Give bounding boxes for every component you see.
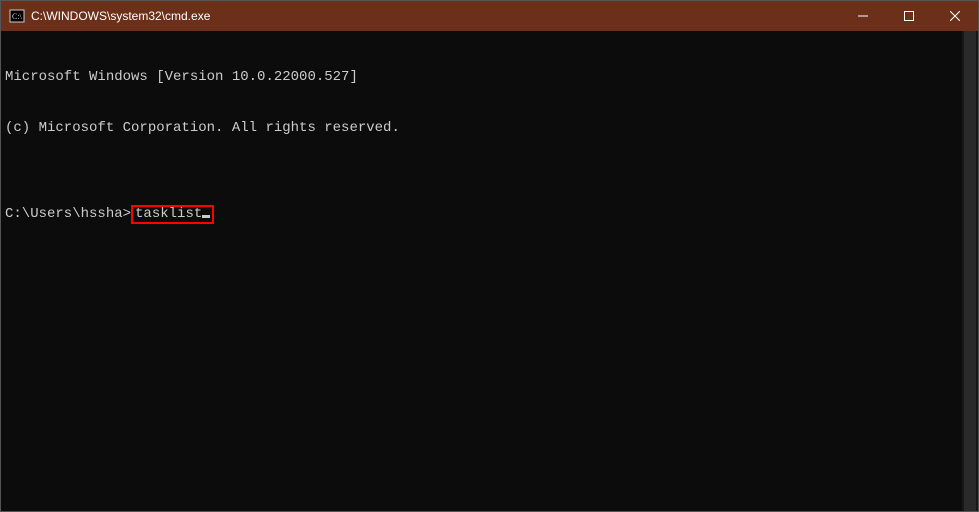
titlebar[interactable]: C:\ C:\WINDOWS\system32\cmd.exe [1, 1, 978, 31]
minimize-button[interactable] [840, 1, 886, 31]
close-button[interactable] [932, 1, 978, 31]
vertical-scrollbar[interactable] [962, 31, 978, 511]
terminal-area[interactable]: Microsoft Windows [Version 10.0.22000.52… [1, 31, 978, 511]
typed-command: tasklist [135, 206, 202, 222]
prompt-line: C:\Users\hssha>tasklist [5, 205, 974, 224]
cmd-icon: C:\ [9, 8, 25, 24]
window-controls [840, 1, 978, 31]
text-cursor [202, 215, 210, 218]
prompt-path: C:\Users\hssha> [5, 206, 131, 223]
cmd-window: C:\ C:\WINDOWS\system32\cmd.exe Microsof… [0, 0, 979, 512]
window-title: C:\WINDOWS\system32\cmd.exe [31, 9, 210, 23]
command-highlight: tasklist [131, 205, 214, 224]
version-line: Microsoft Windows [Version 10.0.22000.52… [5, 69, 974, 86]
copyright-line: (c) Microsoft Corporation. All rights re… [5, 120, 974, 137]
scrollbar-thumb[interactable] [964, 31, 976, 511]
maximize-button[interactable] [886, 1, 932, 31]
svg-text:C:\: C:\ [12, 12, 23, 21]
